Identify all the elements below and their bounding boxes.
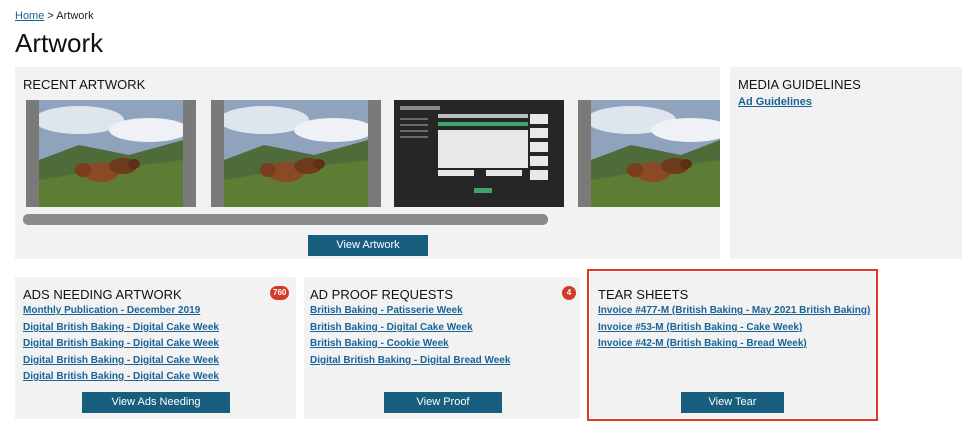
highland-cow-photo-icon <box>224 100 368 207</box>
recent-artwork-title: RECENT ARTWORK <box>23 77 146 92</box>
ad-needing-artwork-link[interactable]: Digital British Baking - Digital Cake We… <box>23 338 219 349</box>
ads-needing-artwork-panel: ADS NEEDING ARTWORK 760 Monthly Publicat… <box>15 277 296 429</box>
artwork-thumbnail[interactable] <box>211 100 381 207</box>
highland-cow-photo-icon <box>591 100 720 207</box>
ads-needing-artwork-title: ADS NEEDING ARTWORK <box>23 287 182 302</box>
ad-needing-artwork-link[interactable]: Monthly Publication - December 2019 <box>23 305 200 316</box>
media-guidelines-panel: MEDIA GUIDELINES Ad Guidelines <box>730 67 962 259</box>
media-guidelines-title: MEDIA GUIDELINES <box>738 77 861 92</box>
proof-request-link[interactable]: Digital British Baking - Digital Bread W… <box>310 355 510 366</box>
breadcrumb-separator: > <box>47 10 54 22</box>
proof-request-link[interactable]: British Baking - Patisserie Week <box>310 305 463 316</box>
view-proof-requests-button[interactable]: View Proof Requests <box>384 392 502 429</box>
ads-needing-artwork-count-badge: 760 <box>270 286 290 300</box>
artwork-thumbnail[interactable] <box>578 100 720 207</box>
page-title: Artwork <box>15 28 104 58</box>
ad-proof-requests-panel: AD PROOF REQUESTS 4 British Baking - Pat… <box>304 277 580 429</box>
artwork-thumbnail[interactable] <box>394 100 564 207</box>
proof-request-link[interactable]: British Baking - Cookie Week <box>310 338 449 349</box>
ad-guidelines-link[interactable]: Ad Guidelines <box>738 96 812 108</box>
ad-needing-artwork-link[interactable]: Digital British Baking - Digital Cake We… <box>23 322 219 333</box>
horizontal-scrollbar[interactable] <box>23 214 548 225</box>
view-artwork-gallery-button[interactable]: View Artwork Gallery <box>308 235 428 272</box>
ad-proof-screenshot-icon <box>394 100 564 207</box>
breadcrumb-home-link[interactable]: Home <box>15 10 44 22</box>
recent-artwork-panel: RECENT ARTWORK View Artwork Gallery <box>15 67 720 272</box>
highland-cow-photo-icon <box>39 100 183 207</box>
artwork-thumbnail[interactable] <box>26 100 196 207</box>
view-ads-needing-artwork-button[interactable]: View Ads Needing Artwork <box>82 392 230 429</box>
ad-proof-requests-title: AD PROOF REQUESTS <box>310 287 454 302</box>
ad-proof-requests-count-badge: 4 <box>562 286 576 300</box>
ad-needing-artwork-link[interactable]: Digital British Baking - Digital Cake We… <box>23 371 219 382</box>
tear-sheets-highlight-frame <box>587 269 878 421</box>
ad-needing-artwork-link[interactable]: Digital British Baking - Digital Cake We… <box>23 355 219 366</box>
breadcrumb-current: Artwork <box>56 10 94 22</box>
proof-request-link[interactable]: British Baking - Digital Cake Week <box>310 322 473 333</box>
breadcrumb: Home > Artwork <box>15 10 94 22</box>
